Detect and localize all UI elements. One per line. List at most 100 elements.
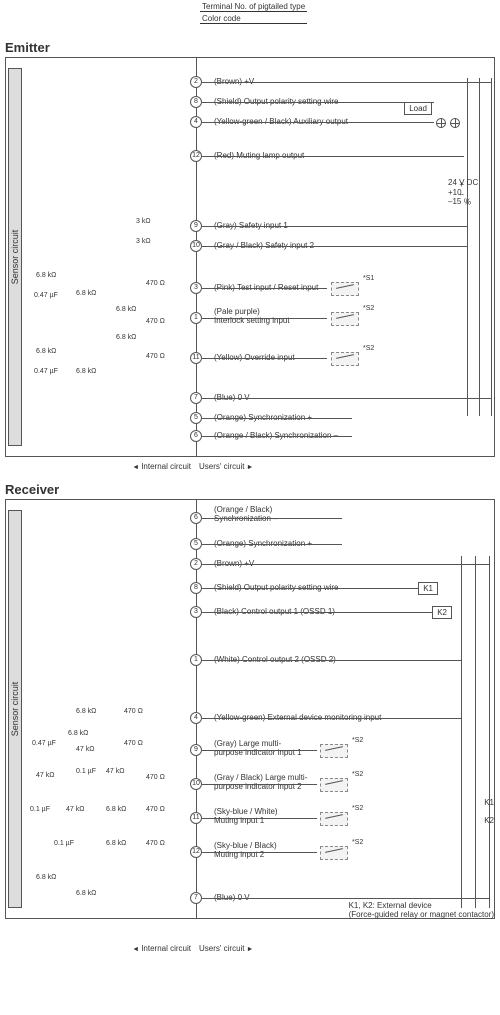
receiver-wire-mpi1: (Gray) Large multi- purpose indicator in… — [214, 740, 302, 758]
emitter-terminal-7: 7 — [190, 392, 202, 404]
emitter-line-t9 — [202, 226, 468, 227]
emitter-line-t3 — [202, 288, 327, 289]
emitter-r470-2: 470 Ω — [146, 318, 165, 325]
emitter-line-t7 — [202, 398, 492, 399]
receiver-terminal-8: 8 — [190, 582, 202, 594]
emitter-title: Emitter — [5, 40, 495, 55]
emitter-terminal-12: 12 — [190, 150, 202, 162]
emitter-r68k-5: 6.8 kΩ — [36, 348, 56, 355]
emitter-sensor-label: Sensor circuit — [10, 230, 20, 285]
emitter-line-t2 — [202, 82, 492, 83]
emitter-dc-tol: +10 –15 — [448, 188, 462, 207]
rcv-line-t8 — [202, 588, 434, 589]
emitter-bus-v3 — [491, 78, 492, 416]
emitter-r470-1: 470 Ω — [146, 280, 165, 287]
receiver-k2-box: K2 — [432, 606, 452, 619]
receiver-title: Receiver — [5, 482, 495, 497]
rcv-line-t1 — [202, 660, 462, 661]
emitter-wire-interlock: (Pale purple) Interlock setting input — [214, 308, 290, 326]
receiver-bus-v3 — [489, 556, 490, 908]
rcv-r47k-1: 47 kΩ — [76, 746, 94, 753]
emitter-terminal-2: 2 — [190, 76, 202, 88]
rcv-line-t10 — [202, 784, 317, 785]
emitter-footer: Internal circuit Users' circuit — [5, 462, 495, 471]
emitter-switch-s2b-tag: *S2 — [363, 345, 374, 352]
rcv-r470-2: 470 Ω — [124, 740, 143, 747]
rcv-c01-2: 0.1 µF — [30, 806, 50, 813]
rcv-contact-k2: K2 — [484, 816, 494, 826]
receiver-sensor-label: Sensor circuit — [10, 682, 20, 737]
rcv-line-t4 — [202, 718, 462, 719]
rcv-switch-1 — [320, 744, 348, 758]
receiver-terminal-12: 12 — [190, 846, 202, 858]
rcv-line-t6 — [202, 518, 342, 519]
rcv-line-t11 — [202, 818, 317, 819]
receiver-bottom-note: K1, K2: External device (Force-guided re… — [349, 902, 494, 920]
rcv-r470-5: 470 Ω — [146, 840, 165, 847]
emitter-internal-label: Internal circuit — [5, 462, 195, 471]
rcv-r47k-3: 47 kΩ — [106, 768, 124, 775]
terminal-no-label: Terminal No. of pigtailed type — [200, 2, 307, 12]
emitter-terminal-9: 9 — [190, 220, 202, 232]
lamp1-icon — [436, 118, 446, 128]
receiver-terminal-5: 5 — [190, 538, 202, 550]
receiver-section: Receiver Sensor circuit 6 (Orange / Blac… — [5, 482, 495, 919]
receiver-users-label: Users' circuit — [195, 944, 257, 953]
emitter-r3k-1: 3 kΩ — [136, 218, 151, 225]
emitter-r68k-1: 6.8 kΩ — [36, 272, 56, 279]
rcv-c047-1: 0.47 µF — [32, 740, 56, 747]
rcv-switch-2-tag: *S2 — [352, 771, 363, 778]
emitter-terminal-1: 1 — [190, 312, 202, 324]
emitter-switch-s2b — [331, 352, 359, 366]
receiver-terminal-4: 4 — [190, 712, 202, 724]
rcv-r68k-2: 6.8 kΩ — [68, 730, 88, 737]
emitter-bus-v1 — [467, 78, 468, 416]
rcv-switch-4 — [320, 846, 348, 860]
emitter-r68k-6: 6.8 kΩ — [76, 368, 96, 375]
emitter-users-label: Users' circuit — [195, 462, 257, 471]
receiver-k1-box: K1 — [418, 582, 438, 595]
rcv-switch-1-tag: *S2 — [352, 737, 363, 744]
emitter-line-t4 — [202, 122, 434, 123]
emitter-section: Emitter Terminal No. of pigtailed type C… — [5, 40, 495, 457]
emitter-c047-1: 0.47 µF — [34, 292, 58, 299]
rcv-r470-3: 470 Ω — [146, 774, 165, 781]
rcv-line-t9 — [202, 750, 317, 751]
rcv-r470-1: 470 Ω — [124, 708, 143, 715]
emitter-switch-s1-tag: *S1 — [363, 275, 374, 282]
receiver-bus-v1 — [461, 556, 462, 908]
receiver-terminal-6: 6 — [190, 512, 202, 524]
emitter-switch-s2a-tag: *S2 — [363, 305, 374, 312]
receiver-terminal-11: 11 — [190, 812, 202, 824]
emitter-terminal-6: 6 — [190, 430, 202, 442]
receiver-wire-sync-minus: (Orange / Black) Synchronization – — [214, 506, 278, 524]
emitter-diagram: Sensor circuit 2 (Brown) +V 8 (Shield) O… — [5, 57, 495, 457]
emitter-line-t12 — [202, 156, 464, 157]
rcv-r68k-1: 6.8 kΩ — [76, 708, 96, 715]
emitter-line-t11 — [202, 358, 327, 359]
receiver-terminal-9: 9 — [190, 744, 202, 756]
emitter-line-t8 — [202, 102, 434, 103]
emitter-line-t6 — [202, 436, 352, 437]
emitter-terminal-10: 10 — [190, 240, 202, 252]
receiver-terminal-7: 7 — [190, 892, 202, 904]
header-annotations: Terminal No. of pigtailed type Color cod… — [200, 2, 307, 26]
rcv-line-t3 — [202, 612, 446, 613]
rcv-switch-3 — [320, 812, 348, 826]
emitter-switch-s1 — [331, 282, 359, 296]
rcv-line-t7 — [202, 898, 490, 899]
receiver-diagram: Sensor circuit 6 (Orange / Black) Synchr… — [5, 499, 495, 919]
receiver-bus-v2 — [475, 556, 476, 908]
rcv-line-t5 — [202, 544, 342, 545]
emitter-terminal-11: 11 — [190, 352, 202, 364]
receiver-wire-mpi2: (Gray / Black) Large multi- purpose indi… — [214, 774, 307, 792]
receiver-terminal-2: 2 — [190, 558, 202, 570]
rcv-contact-k1: K1 — [484, 798, 494, 808]
rcv-r470-4: 470 Ω — [146, 806, 165, 813]
emitter-r470-3: 470 Ω — [146, 353, 165, 360]
emitter-dc-value: 24 V DC — [448, 178, 478, 187]
rcv-switch-4-tag: *S2 — [352, 839, 363, 846]
rcv-switch-3-tag: *S2 — [352, 805, 363, 812]
receiver-wire-muting1: (Sky-blue / White) Muting input 1 — [214, 808, 278, 826]
emitter-sensor-bar: Sensor circuit — [8, 68, 22, 446]
